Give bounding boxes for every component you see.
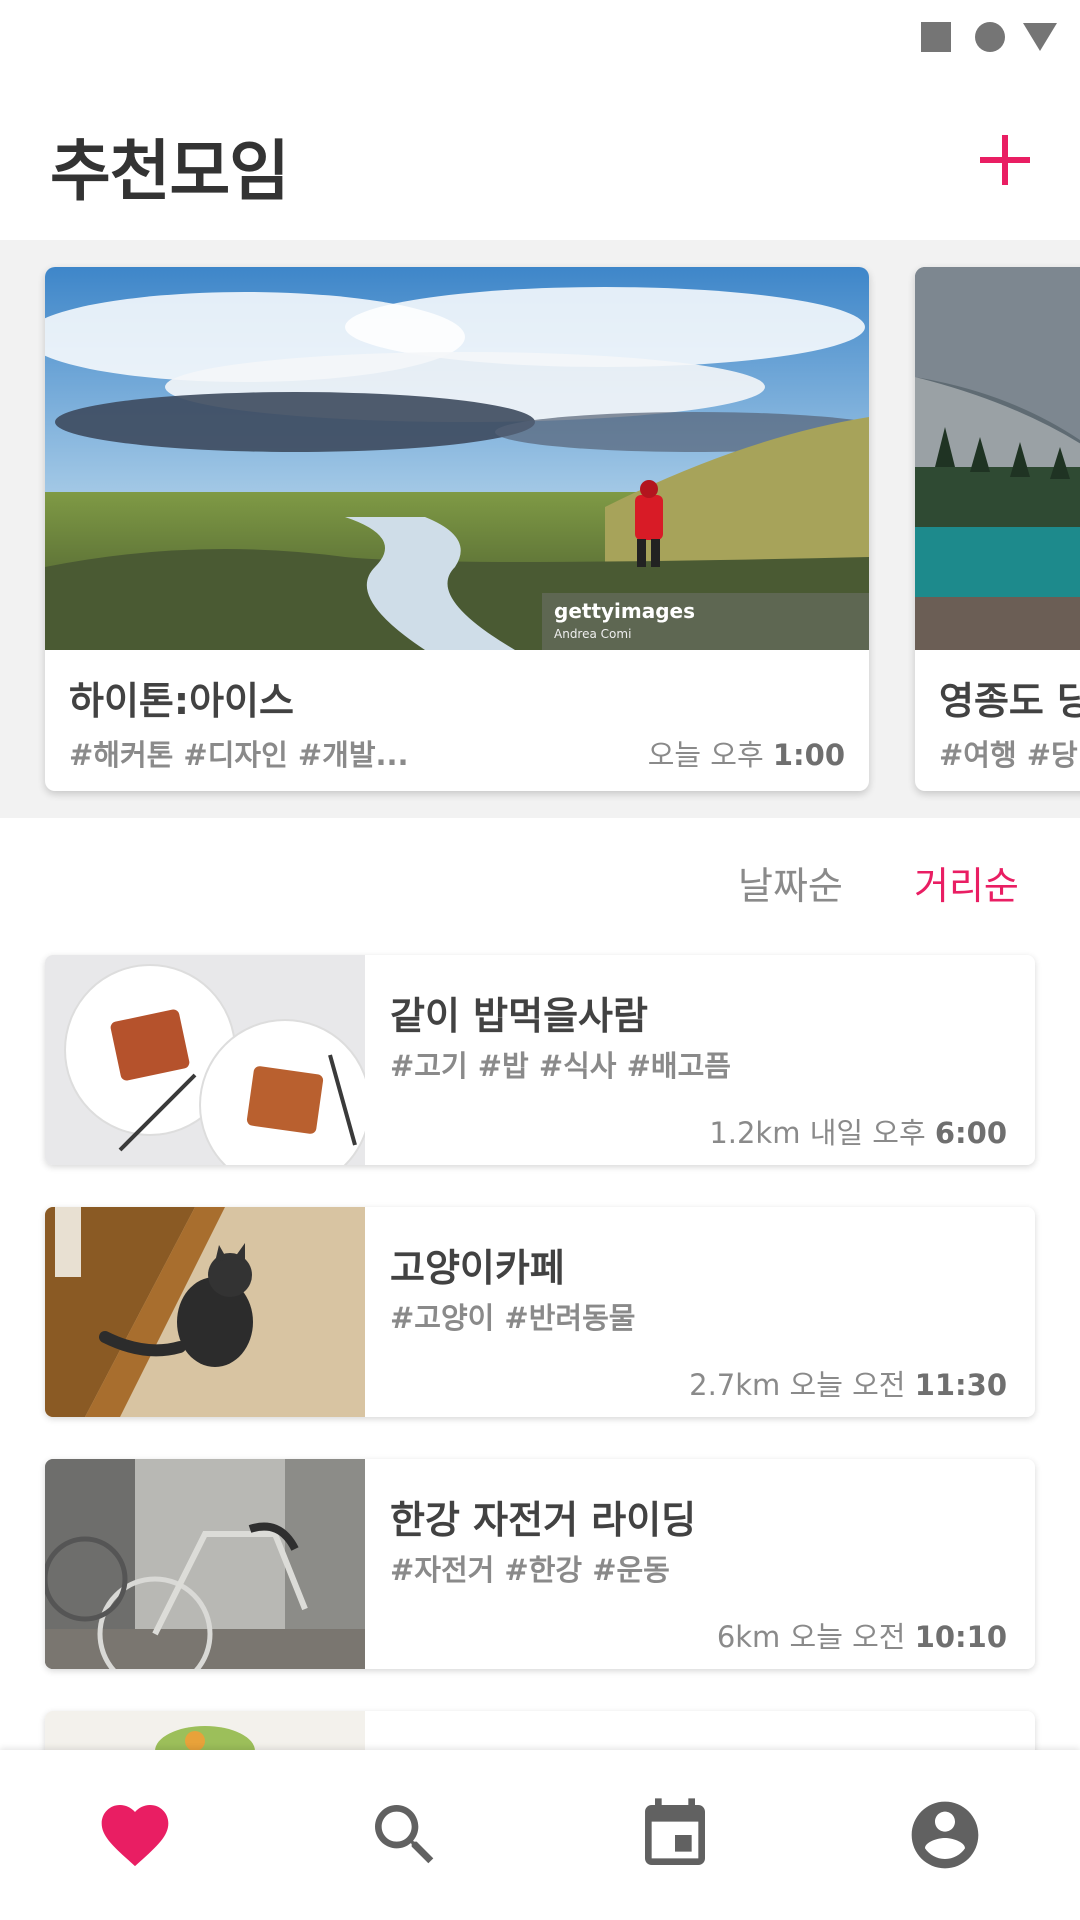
list-item-meta-prefix: 6km 오늘 오전 [716,1620,915,1654]
status-triangle-icon [1023,23,1057,51]
list-item-meta: 1.2km 내일 오후 6:00 [709,1110,1007,1152]
featured-image [915,267,1080,650]
list-item-title: 고양이카페 [390,1246,565,1290]
search-icon [375,1805,434,1864]
list-item-meta: 2.7km 오늘 오전 11:30 [689,1362,1007,1404]
list-item-tags: #자전거 #한강 #운동 [390,1553,670,1587]
plus-icon-vertical [1002,135,1008,185]
list-item-title: 한강 자전거 라이딩 [390,1498,697,1542]
list-item-title: 같이 밥먹을사람 [390,994,648,1038]
featured-title: 하이톤:아이스 [69,679,294,723]
featured-time-prefix: 오늘 오후 [647,738,773,772]
nav-calendar[interactable] [635,1795,715,1875]
watermark: gettyimages Andrea Comi [542,593,869,650]
list-item[interactable]: 한강 자전거 라이딩 #자전거 #한강 #운동 6km 오늘 오전 10:10 [45,1459,1035,1669]
header: 추천모임 [0,70,1080,240]
sort-controls: 날짜순 거리순 [0,855,1080,915]
nav-search[interactable] [365,1795,445,1875]
list-item-meta-time: 11:30 [914,1368,1007,1402]
featured-time-value: 1:00 [772,738,845,772]
list-item-image [45,955,365,1165]
nav-account[interactable] [905,1795,985,1875]
add-button[interactable] [970,125,1040,195]
featured-carousel[interactable]: gettyimages Andrea Comi 하이톤:아이스 #해커톤 #디자… [0,240,1080,818]
account-icon [911,1801,979,1869]
featured-card[interactable]: 영종도 당 #여행 #당 [915,267,1080,791]
list-item-meta-prefix: 2.7km 오늘 오전 [689,1368,915,1402]
watermark-brand: gettyimages [554,599,696,623]
list-item-meta-prefix: 1.2km 내일 오후 [709,1116,935,1150]
status-circle-icon [975,22,1005,52]
list-item-image [45,1207,365,1417]
list-item-meta-time: 10:10 [914,1620,1007,1654]
list-item-tags: #고기 #밥 #식사 #배고픔 [390,1049,731,1083]
featured-tags: #해커톤 #디자인 #개발... [69,738,409,772]
sort-by-distance-button[interactable]: 거리순 [914,855,1019,910]
watermark-credit: Andrea Comi [554,627,632,641]
list-item-image [45,1459,365,1669]
list-item[interactable]: 고양이카페 #고양이 #반려동물 2.7km 오늘 오전 11:30 [45,1207,1035,1417]
featured-card[interactable]: gettyimages Andrea Comi 하이톤:아이스 #해커톤 #디자… [45,267,869,791]
nav-favorites[interactable] [95,1795,175,1875]
status-bar [0,0,1080,70]
list-item[interactable]: 같이 밥먹을사람 #고기 #밥 #식사 #배고픔 1.2km 내일 오후 6:0… [45,955,1035,1165]
status-square-icon [921,22,951,52]
sort-by-date-button[interactable]: 날짜순 [738,855,843,910]
heart-icon [101,1805,169,1867]
list-item-tags: #고양이 #반려동물 [390,1301,636,1335]
page-title: 추천모임 [50,133,290,210]
calendar-icon [645,1798,705,1865]
featured-title: 영종도 당 [939,679,1080,723]
featured-tags: #여행 #당 [939,738,1078,772]
featured-time: 오늘 오후 1:00 [648,732,845,774]
featured-image: gettyimages Andrea Comi [45,267,869,650]
list-item-meta-time: 6:00 [934,1116,1007,1150]
bottom-navigation [0,1750,1080,1920]
list-item-meta: 6km 오늘 오전 10:10 [717,1614,1007,1656]
